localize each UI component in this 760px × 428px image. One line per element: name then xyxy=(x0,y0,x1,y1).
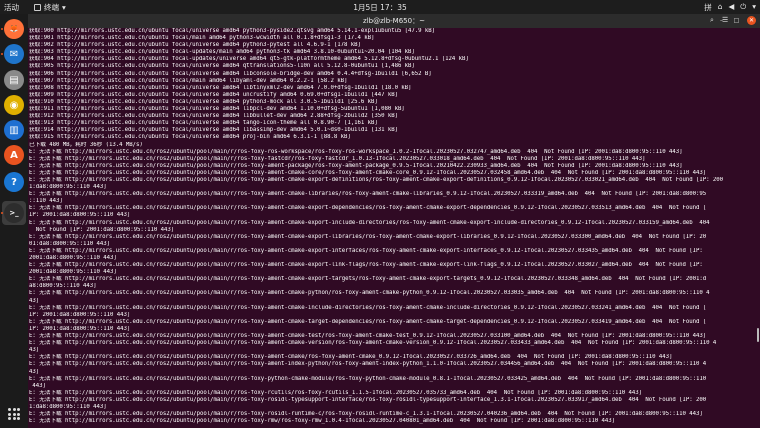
terminal-line: 获取:910 http://mirrors.ustc.edu.cn/ubuntu… xyxy=(29,98,378,105)
terminal-app-icon xyxy=(34,4,41,11)
terminal-line: 获取:915 http://mirrors.ustc.edu.cn/ubuntu… xyxy=(29,134,351,141)
terminal-line: E: 无法下载 http://mirrors.ustc.edu.cn/ros2/… xyxy=(29,290,710,297)
terminal-line: E: 无法下载 http://mirrors.ustc.edu.cn/ros2/… xyxy=(29,191,707,198)
terminal-line: 获取:911 http://mirrors.ustc.edu.cn/ubuntu… xyxy=(29,106,405,113)
terminal-line: 获取:905 http://mirrors.ustc.edu.cn/ubuntu… xyxy=(29,63,415,70)
firefox-icon[interactable]: 🦊 xyxy=(4,19,24,39)
terminal-icon[interactable]: >_ xyxy=(4,203,24,223)
terminal-line: IP: 2001:da8:d800:95::110 443] xyxy=(29,311,131,318)
terminal-line: 获取:900 http://mirrors.ustc.edu.cn/ubuntu… xyxy=(29,28,436,34)
running-indicator xyxy=(1,28,3,30)
power-icon[interactable]: ⏻ xyxy=(740,2,746,13)
files-icon[interactable]: ▤ xyxy=(4,70,24,90)
volume-icon[interactable]: ◀ xyxy=(729,2,735,13)
terminal-line: 获取:902 http://mirrors.ustc.edu.cn/ubuntu… xyxy=(29,42,361,49)
terminal-line: E: 无法下载 http://mirrors.ustc.edu.cn/ros2/… xyxy=(29,276,707,283)
maximize-icon[interactable]: □ xyxy=(732,16,741,25)
terminal-line: 获取:908 http://mirrors.ustc.edu.cn/ubuntu… xyxy=(29,84,412,91)
terminal-line: E: 无法下载 http://mirrors.ustc.edu.cn/ros2/… xyxy=(29,155,646,162)
terminal-line: E: 无法下载 http://mirrors.ustc.edu.cn/ros2/… xyxy=(29,233,707,240)
terminal-line: ::110 443] xyxy=(29,198,63,205)
terminal-line: E: 无法下载 http://mirrors.ustc.edu.cn/ros2/… xyxy=(29,411,703,418)
terminal-line: E: 无法下载 http://mirrors.ustc.edu.cn/ros2/… xyxy=(29,418,616,425)
terminal-line: E: 无法下载 http://mirrors.ustc.edu.cn/ros2/… xyxy=(29,205,707,212)
terminal-line: a8:d800:95::110 443] xyxy=(29,283,97,290)
terminal-line: 43] xyxy=(29,297,40,304)
software-icon[interactable]: A xyxy=(4,145,24,165)
terminal-line: E: 无法下载 http://mirrors.ustc.edu.cn/ros2/… xyxy=(29,304,707,311)
terminal-line: E: 无法下载 http://mirrors.ustc.edu.cn/ros2/… xyxy=(29,148,683,155)
terminal-line: 获取:901 http://mirrors.ustc.edu.cn/ubuntu… xyxy=(29,35,375,42)
chevron-down-icon[interactable]: ▾ xyxy=(752,2,756,13)
terminal-line: E: 无法下载 http://mirrors.ustc.edu.cn/ros2/… xyxy=(29,162,683,169)
help-icon[interactable]: ? xyxy=(4,172,24,192)
terminal-line: 43] xyxy=(29,368,40,375)
terminal-line: IP: 2001:da8:d800:95::110 443] xyxy=(29,325,131,332)
activities-button[interactable]: 活动 xyxy=(4,2,19,13)
show-applications-icon[interactable] xyxy=(8,408,20,420)
close-icon[interactable]: ✕ xyxy=(747,16,756,25)
terminal-line: E: 无法下载 http://mirrors.ustc.edu.cn/ros2/… xyxy=(29,318,707,325)
chevron-down-icon: ▾ xyxy=(62,3,66,12)
terminal-line: 01:da8:d800:95::110 443] xyxy=(29,240,110,247)
terminal-line: E: 无法下载 http://mirrors.ustc.edu.cn/ros2/… xyxy=(29,169,707,176)
terminal-line: 获取:903 http://mirrors.ustc.edu.cn/ubuntu… xyxy=(29,49,415,56)
terminal-line: 43] xyxy=(29,347,40,354)
terminal-line: 获取:913 http://mirrors.ustc.edu.cn/ubuntu… xyxy=(29,120,378,127)
terminal-line: 获取:907 http://mirrors.ustc.edu.cn/ubuntu… xyxy=(29,77,348,84)
terminal-line: E: 无法下载 http://mirrors.ustc.edu.cn/ros2/… xyxy=(29,361,707,368)
top-bar: 活动 终端 ▾ 1月5日 17：35 拼 ⌂ ◀ ⏻ ▾ xyxy=(0,0,760,14)
minimize-icon[interactable]: – xyxy=(717,16,726,25)
terminal-line: 获取:912 http://mirrors.ustc.edu.cn/ubuntu… xyxy=(29,113,398,120)
system-tray[interactable]: 拼 ⌂ ◀ ⏻ ▾ xyxy=(704,2,756,13)
terminal-line: E: 无法下载 http://mirrors.ustc.edu.cn/ros2/… xyxy=(29,262,707,269)
rhythmbox-icon[interactable]: ◉ xyxy=(4,95,24,115)
terminal-line: 获取:909 http://mirrors.ustc.edu.cn/ubuntu… xyxy=(29,91,398,98)
terminal-titlebar[interactable]: ⌕ ☰ zlb@zlb-M650：~ – □ ✕ xyxy=(28,14,760,28)
network-icon[interactable]: ⌂ xyxy=(718,2,723,13)
terminal-line: E: 无法下载 http://mirrors.ustc.edu.cn/ros2/… xyxy=(29,176,724,183)
running-indicator xyxy=(1,212,3,214)
terminal-line: E: 无法下载 http://mirrors.ustc.edu.cn/ros2/… xyxy=(29,219,710,226)
terminal-line: IP: 2001:da8:d800:95::110 443] xyxy=(29,212,131,219)
terminal-line: Not Found [IP: 2001:da8:d800:95::110 443… xyxy=(29,226,175,233)
terminal-scrollbar[interactable] xyxy=(757,328,759,342)
terminal-lines: 获取:900 http://mirrors.ustc.edu.cn/ubuntu… xyxy=(29,28,754,425)
terminal-line: E: 无法下载 http://mirrors.ustc.edu.cn/ros2/… xyxy=(29,375,707,382)
keyboard-layout-icon[interactable]: 拼 xyxy=(704,2,712,13)
terminal-line: E: 无法下载 http://mirrors.ustc.edu.cn/ros2/… xyxy=(29,354,673,361)
terminal-line: 1:da8:d800:95::110 443] xyxy=(29,184,107,191)
window-controls: – □ ✕ xyxy=(717,16,756,25)
app-menu-label: 终端 xyxy=(44,3,59,12)
terminal-line: 获取:914 http://mirrors.ustc.edu.cn/ubuntu… xyxy=(29,127,398,134)
terminal-line: 443] xyxy=(29,382,46,389)
running-indicator xyxy=(1,53,3,55)
app-menu-terminal[interactable]: 终端 ▾ xyxy=(34,2,66,13)
terminal-line: E: 无法下载 http://mirrors.ustc.edu.cn/ros2/… xyxy=(29,389,643,396)
writer-icon[interactable]: ▥ xyxy=(4,120,24,140)
terminal-output[interactable]: 获取:900 http://mirrors.ustc.edu.cn/ubuntu… xyxy=(28,28,760,428)
terminal-line: E: 无法下载 http://mirrors.ustc.edu.cn/ros2/… xyxy=(29,333,707,340)
terminal-line: 1:da8:d800:95::110 443] xyxy=(29,403,107,410)
terminal-line: E: 无法下载 http://mirrors.ustc.edu.cn/ros2/… xyxy=(29,396,707,403)
thunderbird-icon[interactable]: ✉ xyxy=(4,44,24,64)
terminal-line: 获取:904 http://mirrors.ustc.edu.cn/ubuntu… xyxy=(29,56,469,63)
terminal-line: E: 无法下载 http://mirrors.ustc.edu.cn/ros2/… xyxy=(29,247,707,254)
terminal-line: 已下载 480 MB，耗时 36秒 (13.4 MB/s) xyxy=(29,141,143,148)
terminal-line: E: 无法下载 http://mirrors.ustc.edu.cn/ros2/… xyxy=(29,340,717,347)
clock[interactable]: 1月5日 17：35 xyxy=(0,2,760,13)
terminal-line: 获取:906 http://mirrors.ustc.edu.cn/ubuntu… xyxy=(29,70,432,77)
terminal-line: 2001:da8:d800:95::110 443] xyxy=(29,269,117,276)
terminal-line: 2001:da8:d800:95::110 443] xyxy=(29,255,117,261)
window-title: zlb@zlb-M650：~ xyxy=(363,17,425,25)
dock: 🦊 ✉ ▤ ◉ ▥ A? >_ xyxy=(0,14,28,428)
